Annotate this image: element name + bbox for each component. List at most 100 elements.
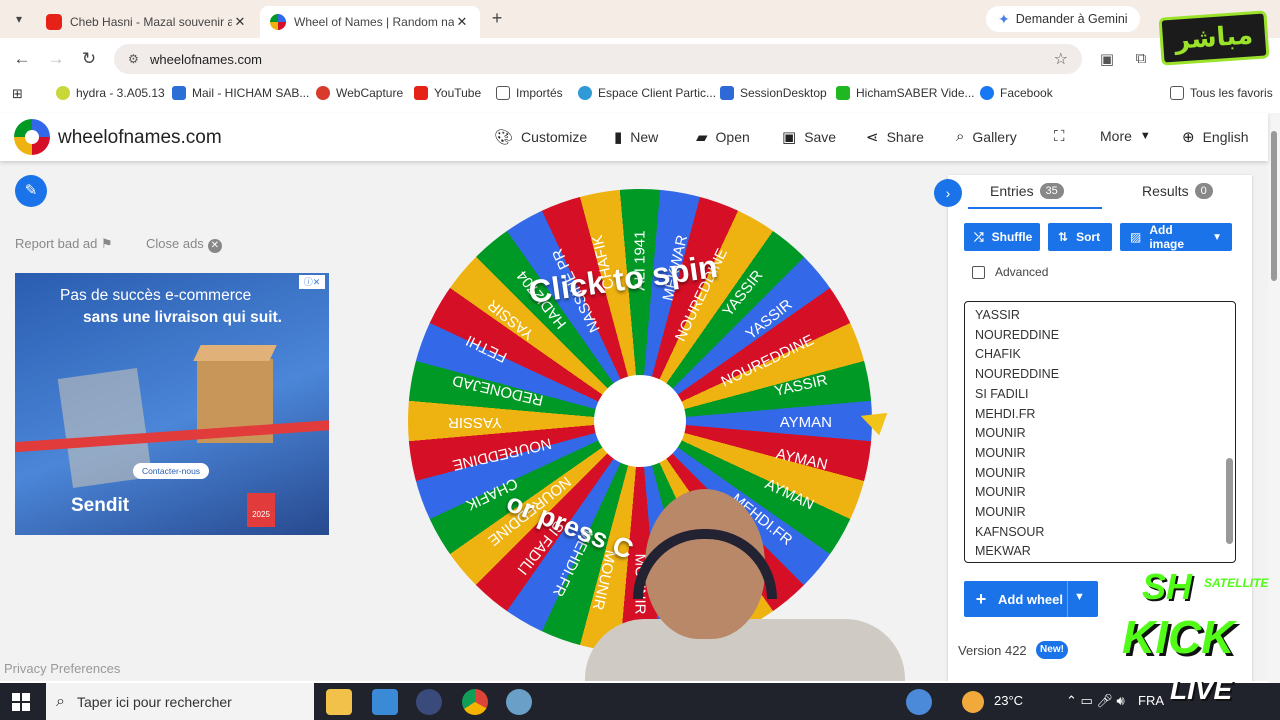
close-icon: ✕ [207, 239, 222, 253]
brand-name[interactable]: wheelofnames.com [58, 127, 222, 149]
bookmark-hydra[interactable]: hydra - 3.A05.13 [56, 86, 165, 100]
folder-open-icon: ▰ [696, 129, 708, 146]
caret-down-icon[interactable]: ▼ [1074, 591, 1085, 603]
ad-info-icon[interactable]: ⓘ✕ [299, 275, 325, 289]
kick-icon [836, 86, 850, 100]
open-button[interactable]: ▰ Open [696, 128, 750, 146]
edit-pencil-icon[interactable]: ✎ [15, 175, 47, 207]
entry-line: NOUREDDINE [975, 327, 1060, 342]
bookmark-folder-importes[interactable]: Importés [496, 86, 563, 100]
bookmark-sessiondesktop[interactable]: SessionDesktop [720, 86, 827, 100]
flag-icon: ⚑ [101, 236, 113, 251]
gallery-button[interactable]: ⌕ Gallery [956, 128, 1017, 145]
sort-button[interactable]: ⇅ Sort [1048, 223, 1112, 251]
new-tab-button[interactable]: + [486, 8, 508, 30]
entry-line: MEKWAR [975, 544, 1031, 559]
bookmark-star-icon[interactable]: ☆ [1054, 49, 1068, 69]
entries-scroll-thumb[interactable] [1226, 458, 1233, 544]
bookmark-hichamsaber[interactable]: HichamSABER Vide... [836, 86, 975, 100]
youtube-icon [414, 86, 428, 100]
advanced-checkbox-row[interactable]: Advanced [972, 265, 1048, 279]
nav-label: Save [804, 129, 837, 145]
bookmark-webcapture[interactable]: WebCapture [316, 86, 403, 100]
taskbar-search-box[interactable]: ⌕ Taper ici pour rechercher [46, 683, 314, 720]
search-icon: ⌕ [956, 128, 965, 145]
entry-line: YASSIR [975, 308, 1020, 322]
new-badge[interactable]: New! [1036, 641, 1068, 659]
nav-label: Share [886, 129, 924, 145]
more-button[interactable]: More ▼ [1100, 128, 1151, 144]
version-label[interactable]: Version 422 [958, 643, 1027, 658]
report-bad-ad-link[interactable]: Report bad ad ⚑ [15, 236, 113, 252]
add-wheel-button[interactable]: + Add wheel ▼ [964, 581, 1098, 617]
webcapture-icon [316, 86, 330, 100]
close-ads-link[interactable]: Close ads ✕ [146, 236, 222, 253]
forward-icon[interactable]: → [46, 49, 66, 69]
image-icon: ▨ [1130, 230, 1142, 244]
globe-icon: ⊕ [1182, 129, 1195, 146]
facebook-icon [980, 86, 994, 100]
shuffle-button[interactable]: ⤮ Shuffle [964, 223, 1040, 251]
close-ads-label: Close ads [146, 236, 204, 251]
taskbar-app-icon[interactable] [906, 689, 932, 715]
save-icon: ▣ [782, 129, 797, 146]
taskbar-app-icon[interactable] [506, 689, 532, 715]
windows-start-icon[interactable] [12, 693, 30, 711]
tab-results[interactable]: Results 0 [1142, 183, 1213, 199]
site-info-icon[interactable]: ⚙ [128, 52, 140, 66]
bookmark-espace-client[interactable]: Espace Client Partic... [578, 86, 716, 100]
tab-cheb-hasni[interactable]: Cheb Hasni - Mazal souvenir am ✕ [36, 6, 258, 38]
collapse-panel-chevron-icon[interactable]: › [934, 179, 962, 207]
reload-icon[interactable]: ↻ [79, 49, 99, 69]
new-button[interactable]: ▮ New [614, 128, 658, 146]
chrome-icon[interactable] [462, 689, 488, 715]
taskbar-app-icon[interactable] [372, 689, 398, 715]
advertisement[interactable]: Pas de succès e-commerce sans une livrai… [15, 273, 329, 535]
ad-cta-button[interactable]: Contacter-nous [133, 463, 209, 479]
weather-temp[interactable]: 23°C [994, 693, 1023, 708]
extensions-icon[interactable]: ⧉ [1132, 50, 1150, 68]
address-bar[interactable]: ⚙ wheelofnames.com ☆ [114, 44, 1082, 74]
bookmark-all-favorites[interactable]: Tous les favoris [1170, 86, 1273, 100]
gemini-button[interactable]: ✦ Demander à Gemini [986, 6, 1140, 32]
privacy-preferences-link[interactable]: Privacy Preferences [4, 661, 120, 676]
bookmark-facebook[interactable]: Facebook [980, 86, 1053, 100]
apps-grid-icon[interactable]: ⊞ [12, 86, 29, 101]
ad-line-2: sans une livraison qui suit. [83, 309, 282, 326]
weather-icon[interactable] [962, 691, 984, 713]
tab-entries[interactable]: Entries 35 [990, 183, 1064, 199]
fullscreen-button[interactable]: ⛶ [1054, 128, 1065, 145]
entries-count-badge: 35 [1039, 183, 1064, 199]
entry-line: CHAFIK [975, 347, 1021, 362]
share-icon: ⋖ [866, 129, 879, 146]
screenshot-extension-icon[interactable]: ▣ [1098, 50, 1116, 68]
entries-textarea[interactable]: YASSIR NOUREDDINE CHAFIK NOUREDDINE SI FADIL… [964, 301, 1236, 563]
wheel-logo-icon[interactable] [14, 119, 50, 155]
tab-wheel-of-names[interactable]: Wheel of Names | Random nam ✕ [260, 6, 480, 38]
page-scroll-thumb[interactable] [1271, 131, 1277, 281]
entry-line: NOUREDDINE [975, 367, 1060, 382]
save-button[interactable]: ▣ Save [782, 128, 836, 146]
bookmark-mail[interactable]: Mail - HICHAM SAB... [172, 86, 309, 100]
add-image-button[interactable]: ▨ Add image ▼ [1120, 223, 1232, 251]
back-icon[interactable]: ← [12, 49, 32, 69]
advanced-checkbox[interactable] [972, 265, 985, 279]
add-image-label: Add image [1149, 223, 1185, 251]
customize-button[interactable]: 🎨︎ Customize [494, 128, 587, 146]
share-button[interactable]: ⋖ Share [866, 128, 924, 146]
obs-icon[interactable] [416, 689, 442, 715]
tray-icons[interactable]: ⌃ ▭ 🎤︎ 🔊︎ [1066, 693, 1125, 709]
site-header: wheelofnames.com 🎨︎ Customize ▮ New ▰ Open … [0, 113, 1268, 161]
windows-taskbar: ⌕ Taper ici pour rechercher 23°C ⌃ ▭ 🎤︎ … [0, 683, 1280, 720]
close-tab-icon[interactable]: ✕ [232, 14, 248, 30]
wheel-center[interactable] [594, 375, 686, 467]
bookmark-youtube[interactable]: YouTube [414, 86, 481, 100]
file-explorer-icon[interactable] [326, 689, 352, 715]
ad-brand: Sendit [71, 495, 130, 516]
gemini-icon: ✦ [998, 10, 1010, 27]
close-tab-icon[interactable]: ✕ [454, 14, 470, 30]
bookmark-label: WebCapture [336, 86, 404, 100]
tab-search-icon[interactable]: ▾ [8, 8, 30, 30]
shuffle-icon: ⤮ [974, 229, 984, 244]
language-button[interactable]: ⊕ English [1182, 128, 1249, 146]
